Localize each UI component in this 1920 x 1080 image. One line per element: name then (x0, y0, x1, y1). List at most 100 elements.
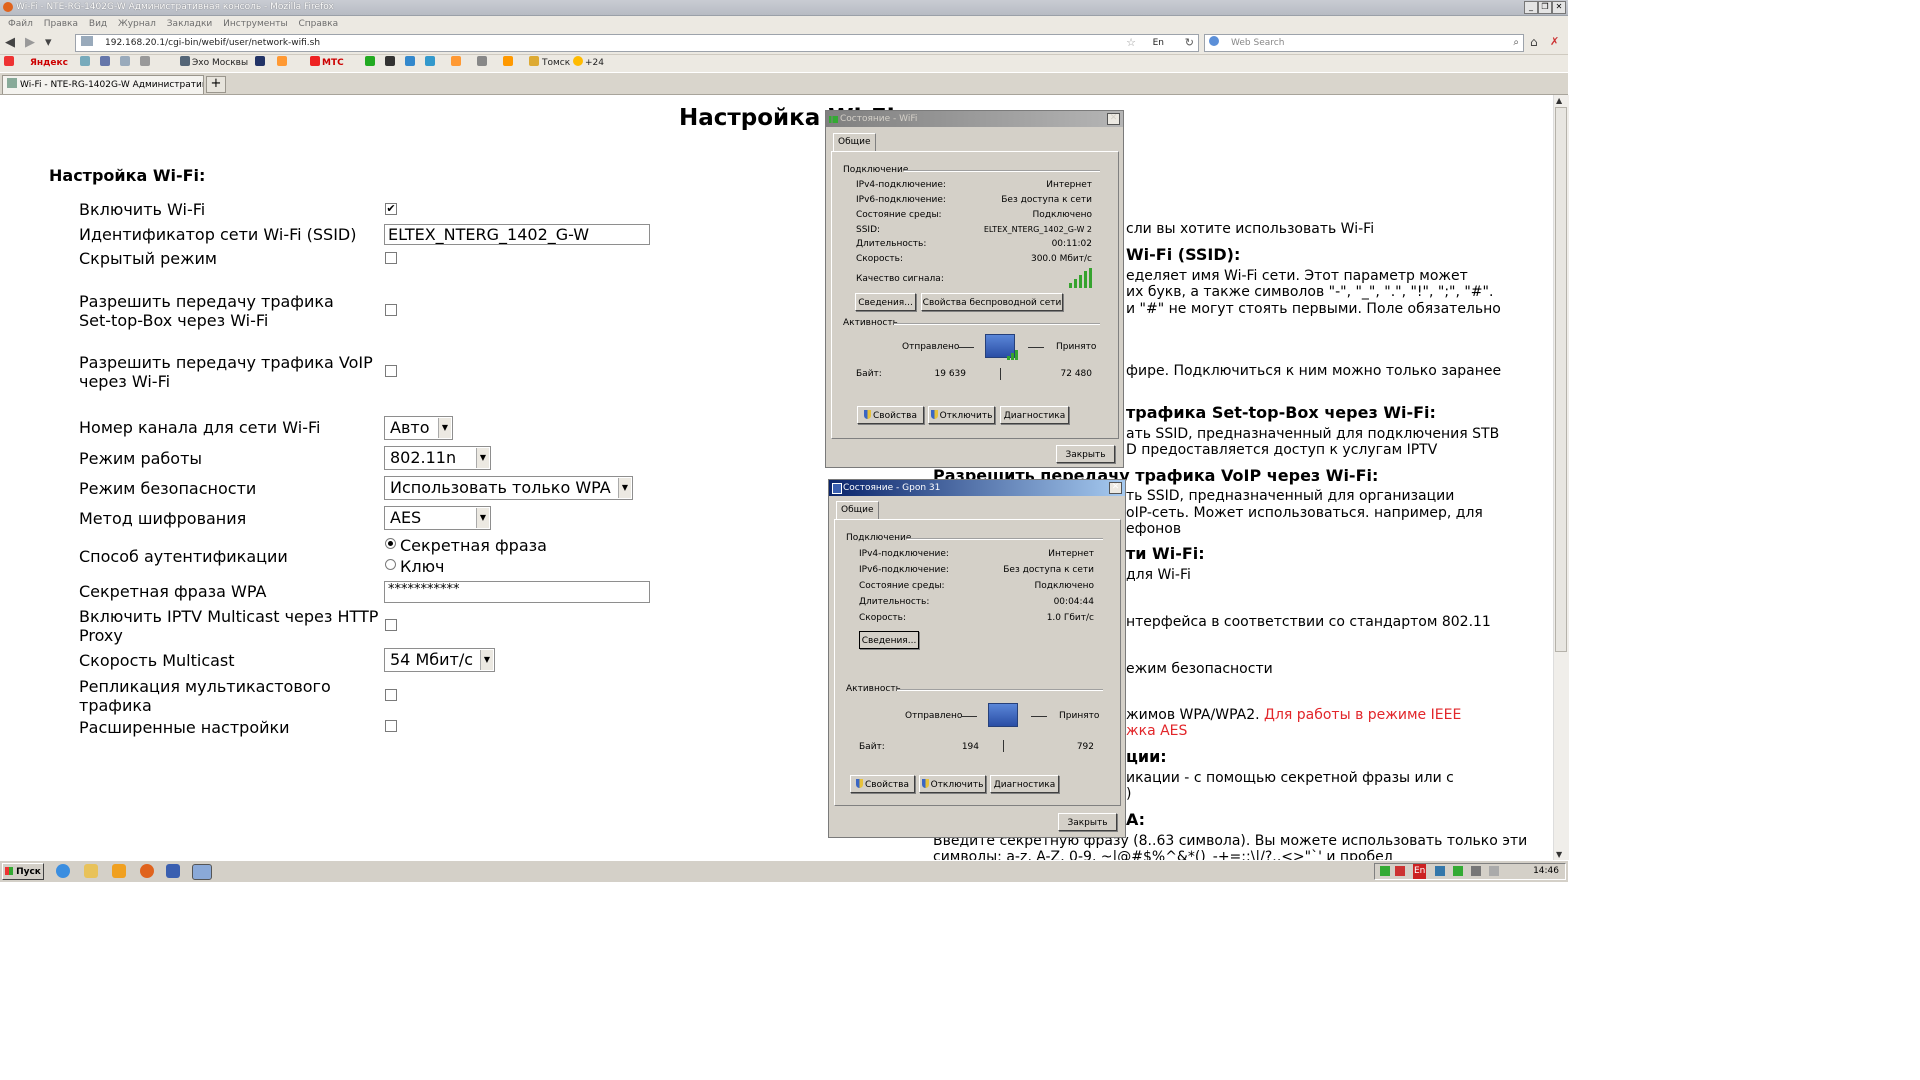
media-player-icon[interactable] (112, 864, 126, 878)
menu-history[interactable]: Журнал (118, 19, 156, 29)
home-icon[interactable]: ⌂ (1530, 35, 1538, 49)
floppy-icon[interactable] (166, 864, 180, 878)
wireless-properties-button[interactable]: Свойства беспроводной сети (921, 293, 1063, 311)
multicast-speed-select[interactable]: 54 Мбит/с ▼ (384, 648, 495, 672)
menu-help[interactable]: Справка (298, 19, 338, 29)
close-icon[interactable]: ✕ (1109, 482, 1122, 494)
weather-city[interactable]: Томск (542, 55, 570, 72)
diagnose-button[interactable]: Диагностика (990, 775, 1059, 793)
bookmark-mts[interactable]: МТС (310, 55, 344, 72)
label-auth: Способ аутентификации (79, 547, 288, 566)
scrollbar-thumb[interactable] (1555, 107, 1567, 652)
cipher-select[interactable]: AES ▼ (384, 506, 491, 530)
close-icon[interactable]: ✕ (1107, 113, 1120, 125)
iptv-proxy-checkbox[interactable] (385, 619, 397, 631)
language-indicator[interactable]: En (1153, 35, 1164, 51)
weather-temp[interactable]: +24 (573, 55, 604, 72)
security-value: Использовать только WPA (390, 478, 611, 497)
network-tray-icon[interactable] (1435, 866, 1445, 876)
volume-icon[interactable] (1471, 866, 1481, 876)
close-window-button[interactable]: ✕ (1552, 1, 1566, 14)
properties-button[interactable]: Свойства (850, 775, 915, 793)
details-button[interactable]: Сведения... (859, 631, 919, 649)
channel-select[interactable]: Авто ▼ (384, 416, 453, 440)
search-placeholder: Web Search (1231, 38, 1285, 48)
disable-button[interactable]: Отключить (919, 775, 986, 793)
wifi-tray-icon[interactable] (1453, 866, 1463, 876)
enable-wifi-checkbox[interactable]: ✔ (385, 203, 397, 215)
new-tab-button[interactable]: + (206, 76, 226, 93)
diagnose-button[interactable]: Диагностика (1000, 406, 1069, 424)
firefox-taskbar-icon[interactable] (140, 864, 154, 878)
toolbar-icons-group-3[interactable] (365, 55, 541, 72)
menu-file[interactable]: Файл (8, 19, 33, 29)
help-line: еделяет имя Wi-Fi сети. Этот параметр мо… (1126, 268, 1468, 284)
auth-passphrase-radio[interactable] (385, 538, 396, 549)
toolbar-icons-group-2[interactable] (255, 55, 289, 72)
auth-key-label[interactable]: Ключ (400, 557, 445, 576)
start-button[interactable]: Пуск (2, 863, 44, 880)
help-line: сли вы хотите использовать Wi-Fi (1126, 221, 1375, 237)
forward-icon[interactable]: ▶ (25, 35, 35, 50)
site-identity-icon[interactable] (81, 36, 93, 46)
addon-icon[interactable]: ✗ (1550, 35, 1559, 48)
bookmark-yandex[interactable]: Яндекс (4, 55, 68, 72)
voip-traffic-checkbox[interactable] (385, 365, 397, 377)
tab-general[interactable]: Общие (836, 501, 879, 519)
menu-edit[interactable]: Правка (44, 19, 78, 29)
ball-icon (385, 56, 395, 66)
properties-button[interactable]: Свойства (857, 406, 924, 424)
ssid-input[interactable]: ELTEX_NTERG_1402_G-W (384, 224, 650, 245)
disable-button[interactable]: Отключить (928, 406, 995, 424)
wifi-status-dialog: Состояние - WiFi ✕ Общие Подключение IPv… (825, 110, 1124, 468)
label-cipher: Метод шифрования (79, 509, 247, 528)
search-engine-icon[interactable] (1209, 36, 1219, 46)
close-button[interactable]: Закрыть (1058, 813, 1117, 831)
advanced-settings-checkbox[interactable] (385, 720, 397, 732)
ipv4-label: IPv4-подключение: (859, 549, 949, 559)
clock[interactable]: 14:46 (1533, 864, 1559, 879)
folder-icon[interactable] (84, 864, 98, 878)
scroll-up-icon[interactable]: ▲ (1556, 96, 1562, 105)
bookmark-star-icon[interactable]: ☆ (1126, 35, 1136, 51)
speaker-icon (180, 56, 190, 66)
scroll-down-icon[interactable]: ▼ (1556, 850, 1562, 859)
search-icon[interactable]: ⌕ (1513, 35, 1519, 51)
tab-wifi[interactable]: Wi-Fi - NTE-RG-1402G-W Административна..… (2, 75, 204, 94)
details-button[interactable]: Сведения... (855, 293, 916, 311)
help-line: икации - с помощью секретной фразы или с (1126, 770, 1454, 786)
tray-app-icon[interactable] (1380, 866, 1390, 876)
replication-checkbox[interactable] (385, 689, 397, 701)
web-search-input[interactable]: Web Search ⌕ (1204, 34, 1524, 52)
hidden-mode-checkbox[interactable] (385, 252, 397, 264)
reload-icon[interactable]: ↻ (1185, 35, 1194, 51)
security-select[interactable]: Использовать только WPA ▼ (384, 476, 633, 500)
history-dropdown-icon[interactable]: ▾ (45, 35, 52, 50)
minimize-button[interactable]: _ (1524, 1, 1538, 14)
divider (961, 716, 977, 717)
toolbar-icons-group[interactable] (80, 55, 152, 72)
tab-general[interactable]: Общие (833, 133, 876, 151)
page-scrollbar[interactable]: ▲ ▼ (1553, 95, 1569, 860)
stb-traffic-checkbox[interactable] (385, 304, 397, 316)
auth-key-radio[interactable] (385, 559, 396, 570)
odnoklassniki-icon (451, 56, 461, 66)
url-text[interactable]: 192.168.20.1/cgi-bin/webif/user/network-… (105, 38, 320, 48)
help-heading: трафика Set-top-Box через Wi-Fi: (1126, 403, 1436, 422)
maximize-button[interactable]: ❐ (1538, 1, 1552, 14)
flag-icon[interactable] (1489, 866, 1499, 876)
network-taskbar-icon[interactable] (192, 864, 212, 880)
back-icon[interactable]: ◀ (5, 35, 15, 50)
menu-tools[interactable]: Инструменты (223, 19, 287, 29)
bookmark-echo-moskvy[interactable]: Эхо Москвы (180, 55, 248, 72)
mode-select[interactable]: 802.11n ▼ (384, 446, 491, 470)
close-button[interactable]: Закрыть (1056, 445, 1115, 463)
passphrase-input[interactable]: *********** (384, 581, 650, 603)
auth-passphrase-label[interactable]: Секретная фраза (400, 536, 547, 555)
menu-view[interactable]: Вид (89, 19, 107, 29)
menu-bookmarks[interactable]: Закладки (167, 19, 213, 29)
url-bar[interactable]: 192.168.20.1/cgi-bin/webif/user/network-… (75, 34, 1199, 52)
ie-icon[interactable] (56, 864, 70, 878)
language-indicator[interactable]: En (1413, 864, 1427, 879)
tray-app-icon[interactable] (1395, 866, 1405, 876)
